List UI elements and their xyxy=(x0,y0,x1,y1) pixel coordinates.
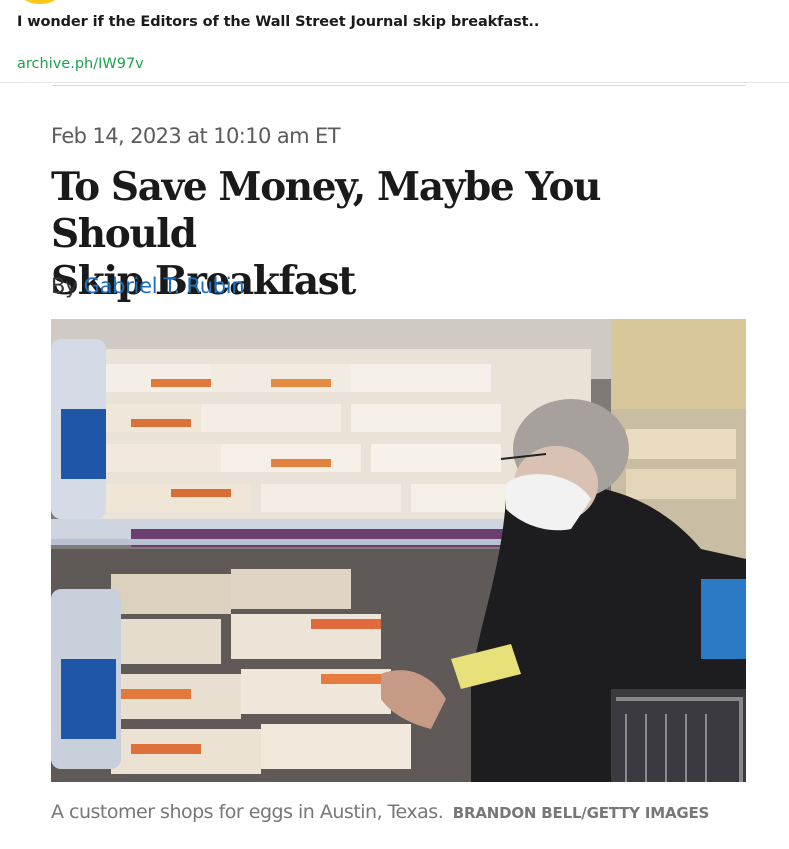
caption-text: A customer shops for eggs in Austin, Tex… xyxy=(51,801,444,823)
article-timestamp: Feb 14, 2023 at 10:10 am ET xyxy=(51,124,341,148)
post-text: I wonder if the Editors of the Wall Stre… xyxy=(17,14,540,30)
article-screenshot-image[interactable]: Feb 14, 2023 at 10:10 am ET To Save Mone… xyxy=(0,83,789,849)
article-photo xyxy=(51,319,746,782)
avatar[interactable] xyxy=(22,0,58,4)
headline-line-1: To Save Money, Maybe You Should xyxy=(51,164,601,257)
byline-prefix: By xyxy=(51,274,78,298)
photo-caption: A customer shops for eggs in Austin, Tex… xyxy=(51,801,709,823)
article-byline: By Gabriel T. Rubin xyxy=(51,274,245,298)
photo-credit: BRANDON BELL/GETTY IMAGES xyxy=(452,804,710,822)
archive-link[interactable]: archive.ph/IW97v xyxy=(17,56,144,72)
author-link[interactable]: Gabriel T. Rubin xyxy=(84,274,245,298)
divider xyxy=(52,85,746,86)
